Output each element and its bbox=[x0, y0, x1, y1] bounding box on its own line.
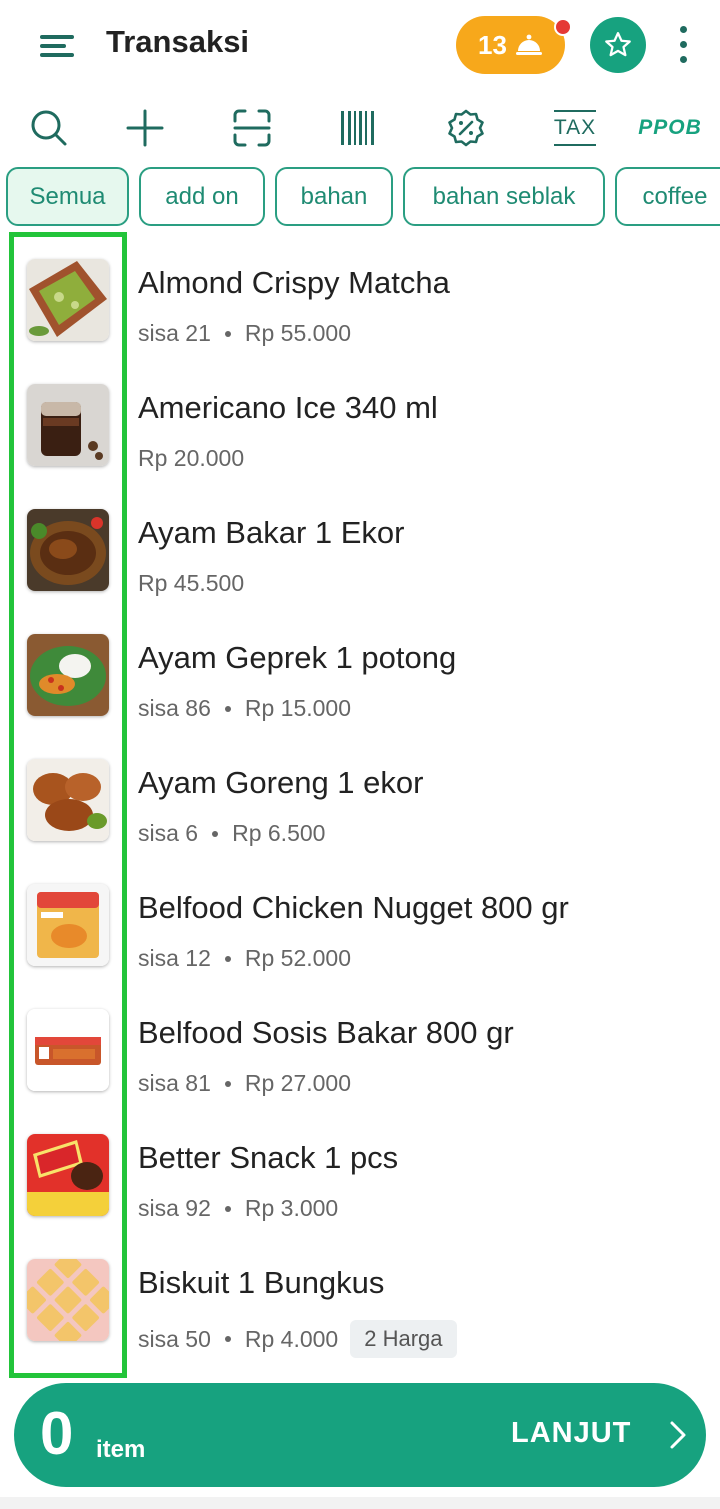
product-meta: sisa 81 Rp 27.000 bbox=[138, 1070, 351, 1097]
tax-label: TAX bbox=[553, 110, 597, 146]
product-meta: Rp 20.000 bbox=[138, 445, 244, 472]
product-name: Ayam Goreng 1 ekor bbox=[138, 765, 424, 800]
product-name: Almond Crispy Matcha bbox=[138, 265, 450, 300]
action-toolbar: TAX PPOB bbox=[0, 100, 720, 156]
product-meta: sisa 86 Rp 15.000 bbox=[138, 695, 351, 722]
add-product-button[interactable] bbox=[118, 100, 172, 156]
product-price: Rp 6.500 bbox=[232, 820, 326, 846]
hamburger-menu-icon[interactable] bbox=[40, 33, 76, 59]
product-thumbnail bbox=[27, 634, 109, 716]
product-stock: sisa 21 bbox=[138, 320, 211, 346]
discount-badge-icon bbox=[448, 109, 484, 147]
category-filter-bar: Semua add on bahan bahan seblak coffee bbox=[0, 167, 720, 227]
system-nav-strip bbox=[0, 1497, 720, 1509]
category-chip-semua[interactable]: Semua bbox=[6, 167, 129, 226]
product-meta: sisa 21 Rp 55.000 bbox=[138, 320, 351, 347]
product-stock: sisa 12 bbox=[138, 945, 211, 971]
product-thumbnail bbox=[27, 884, 109, 966]
favorite-button[interactable] bbox=[590, 17, 646, 73]
product-price: Rp 52.000 bbox=[244, 945, 352, 971]
category-chip-bahan[interactable]: bahan bbox=[275, 167, 393, 226]
barcode-button[interactable] bbox=[331, 100, 385, 156]
cart-item-count: 0 bbox=[40, 1400, 74, 1467]
product-name: Americano Ice 340 ml bbox=[138, 390, 438, 425]
product-thumbnail bbox=[27, 759, 109, 841]
product-meta: sisa 6 Rp 6.500 bbox=[138, 820, 325, 847]
product-thumbnail bbox=[27, 509, 109, 591]
product-price: Rp 27.000 bbox=[244, 1070, 352, 1096]
product-name: Better Snack 1 pcs bbox=[138, 1140, 399, 1175]
product-row[interactable]: Ayam Goreng 1 ekor sisa 6 Rp 6.500 bbox=[0, 732, 720, 857]
product-price: Rp 3.000 bbox=[244, 1195, 339, 1221]
product-row[interactable]: Ayam Bakar 1 Ekor Rp 45.500 bbox=[0, 482, 720, 607]
product-name: Ayam Geprek 1 potong bbox=[138, 640, 457, 675]
more-options-icon[interactable] bbox=[672, 24, 694, 68]
product-meta: sisa 92 Rp 3.000 bbox=[138, 1195, 338, 1222]
product-name: Biskuit 1 Bungkus bbox=[138, 1265, 385, 1300]
product-name: Ayam Bakar 1 Ekor bbox=[138, 515, 405, 550]
separator-dot bbox=[224, 705, 231, 712]
product-row[interactable]: Belfood Sosis Bakar 800 gr sisa 81 Rp 27… bbox=[0, 982, 720, 1107]
product-name: Belfood Sosis Bakar 800 gr bbox=[138, 1015, 514, 1050]
product-thumbnail bbox=[27, 1009, 109, 1091]
plus-icon bbox=[126, 109, 164, 147]
product-meta: sisa 50 Rp 4.000 2 Harga bbox=[138, 1320, 457, 1358]
product-name: Belfood Chicken Nugget 800 gr bbox=[138, 890, 569, 925]
product-thumbnail bbox=[27, 384, 109, 466]
product-meta: sisa 12 Rp 52.000 bbox=[138, 945, 351, 972]
product-thumbnail bbox=[27, 1259, 109, 1341]
product-price: Rp 55.000 bbox=[244, 320, 352, 346]
cart-item-unit: item bbox=[96, 1436, 146, 1463]
product-list: Almond Crispy Matcha sisa 21 Rp 55.000 A… bbox=[0, 232, 720, 1377]
continue-label: LANJUT bbox=[511, 1417, 632, 1449]
multi-price-badge: 2 Harga bbox=[350, 1320, 457, 1358]
product-row[interactable]: Belfood Chicken Nugget 800 gr sisa 12 Rp… bbox=[0, 857, 720, 982]
product-price: Rp 45.500 bbox=[138, 570, 245, 596]
chevron-right-icon bbox=[670, 1421, 686, 1449]
product-row[interactable]: Almond Crispy Matcha sisa 21 Rp 55.000 bbox=[0, 232, 720, 357]
product-row[interactable]: Americano Ice 340 ml Rp 20.000 bbox=[0, 357, 720, 482]
product-stock: sisa 92 bbox=[138, 1195, 211, 1221]
discount-button[interactable] bbox=[438, 100, 494, 156]
product-row[interactable]: Ayam Geprek 1 potong sisa 86 Rp 15.000 bbox=[0, 607, 720, 732]
search-button[interactable] bbox=[22, 100, 76, 156]
product-thumbnail bbox=[27, 1134, 109, 1216]
ppob-button[interactable]: PPOB bbox=[638, 100, 702, 156]
search-icon bbox=[31, 110, 67, 146]
order-notification-button[interactable]: 13 bbox=[456, 16, 565, 74]
product-stock: sisa 86 bbox=[138, 695, 211, 721]
scan-button[interactable] bbox=[225, 100, 279, 156]
separator-dot bbox=[224, 1336, 231, 1342]
category-chip-add-on[interactable]: add on bbox=[139, 167, 265, 226]
serving-bell-icon bbox=[515, 34, 542, 55]
notification-dot bbox=[554, 18, 572, 36]
scan-frame-icon bbox=[233, 109, 271, 147]
product-stock: sisa 50 bbox=[138, 1325, 211, 1352]
ppob-label: PPOB bbox=[638, 116, 702, 139]
product-price: Rp 15.000 bbox=[244, 695, 352, 721]
tax-button[interactable]: TAX bbox=[548, 100, 602, 156]
separator-dot bbox=[224, 955, 231, 962]
continue-checkout-button[interactable]: 0 item LANJUT bbox=[14, 1383, 706, 1487]
order-count: 13 bbox=[478, 29, 507, 60]
product-thumbnail bbox=[27, 259, 109, 341]
product-stock: sisa 6 bbox=[138, 820, 199, 846]
category-chip-bahan-seblak[interactable]: bahan seblak bbox=[403, 167, 605, 226]
product-meta: Rp 45.500 bbox=[138, 570, 244, 597]
product-row[interactable]: Biskuit 1 Bungkus sisa 50 Rp 4.000 2 Har… bbox=[0, 1232, 720, 1358]
separator-dot bbox=[224, 1205, 231, 1212]
product-stock: sisa 81 bbox=[138, 1070, 211, 1096]
product-price: Rp 4.000 bbox=[244, 1325, 339, 1352]
separator-dot bbox=[212, 830, 219, 837]
category-chip-coffee[interactable]: coffee bbox=[615, 167, 720, 226]
star-icon bbox=[605, 32, 631, 57]
barcode-icon bbox=[341, 111, 374, 145]
product-row[interactable]: Better Snack 1 pcs sisa 92 Rp 3.000 bbox=[0, 1107, 720, 1232]
app-header: Transaksi 13 bbox=[0, 0, 720, 90]
separator-dot bbox=[224, 1080, 231, 1087]
product-price: Rp 20.000 bbox=[138, 445, 245, 471]
separator-dot bbox=[224, 330, 231, 337]
page-title: Transaksi bbox=[106, 24, 250, 59]
